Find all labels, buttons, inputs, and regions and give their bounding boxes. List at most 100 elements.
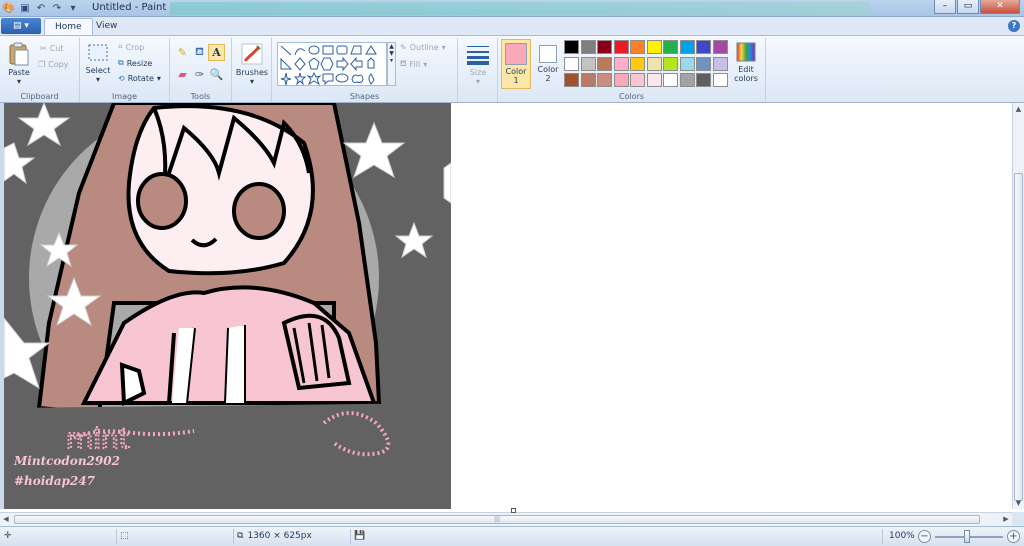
rotate-button[interactable]: ⟲ Rotate ▾ bbox=[118, 74, 161, 83]
color1-swatch bbox=[505, 43, 527, 65]
select-dropdown-icon[interactable]: ▾ bbox=[96, 75, 100, 84]
text-tool[interactable]: A bbox=[208, 44, 225, 61]
palette-swatch[interactable] bbox=[630, 40, 645, 54]
pencil-tool[interactable]: ✎ bbox=[174, 44, 191, 61]
scroll-left-icon[interactable]: ◀ bbox=[0, 513, 12, 526]
fill-dropdown-icon: ▾ bbox=[423, 59, 428, 69]
title-bar-background-tabs bbox=[170, 2, 870, 15]
selection-size: ⬚ bbox=[120, 531, 129, 541]
line-size-icon bbox=[467, 46, 489, 65]
blank-canvas-area[interactable] bbox=[451, 103, 1012, 509]
palette-swatch[interactable] bbox=[613, 40, 629, 54]
customize-toolbar-icon[interactable]: ▾ bbox=[66, 2, 80, 16]
palette-swatch[interactable] bbox=[630, 56, 645, 71]
tab-view[interactable]: View bbox=[86, 18, 127, 35]
artwork-canvas[interactable]: mint Mintcodon2902 #hoidap247 bbox=[4, 103, 451, 509]
canvas-resize-handle[interactable] bbox=[511, 508, 516, 513]
zoom-in-button[interactable]: + bbox=[1007, 530, 1020, 543]
palette-swatch[interactable] bbox=[646, 40, 662, 54]
palette-swatch[interactable] bbox=[696, 40, 711, 54]
vertical-scroll-thumb[interactable] bbox=[1014, 173, 1023, 501]
palette-swatch[interactable] bbox=[613, 73, 629, 87]
palette-swatch[interactable] bbox=[679, 56, 695, 71]
eraser-tool[interactable]: ▰ bbox=[174, 66, 191, 83]
palette-swatch[interactable] bbox=[646, 56, 662, 71]
palette-swatch[interactable] bbox=[663, 40, 678, 54]
zoom-slider-thumb[interactable] bbox=[964, 530, 970, 543]
zoom-out-button[interactable]: − bbox=[918, 530, 931, 543]
fill-icon: ⛾ bbox=[400, 59, 407, 68]
color-picker-tool[interactable]: ✑ bbox=[191, 66, 208, 83]
clipboard-group-label: Clipboard bbox=[20, 92, 59, 101]
palette-swatch[interactable] bbox=[597, 73, 612, 87]
scrollbar-corner bbox=[1012, 512, 1024, 526]
file-menu-button[interactable]: ▤ ▾ bbox=[1, 18, 41, 34]
window-controls: – ▭ ✕ bbox=[934, 0, 1020, 14]
palette-swatch[interactable] bbox=[712, 73, 728, 87]
status-bar: ✛ ⬚ ⧉ 1360 × 625px 💾 100% − + bbox=[0, 526, 1024, 546]
cut-button[interactable]: ✂ Cut bbox=[40, 44, 64, 53]
paint-app-icon[interactable]: 🎨 bbox=[2, 2, 16, 16]
palette-swatch[interactable] bbox=[564, 56, 579, 71]
zoom-level-value: 100% bbox=[889, 531, 915, 541]
palette-swatch[interactable] bbox=[613, 56, 629, 71]
palette-swatch[interactable] bbox=[663, 56, 678, 71]
select-button[interactable]: Select ▾ bbox=[84, 42, 112, 84]
window-title: Untitled - Paint bbox=[92, 2, 167, 13]
vertical-scrollbar[interactable]: ▲ ▼ bbox=[1012, 103, 1024, 509]
scroll-down-icon[interactable]: ▼ bbox=[1013, 497, 1024, 509]
scroll-up-icon[interactable]: ▲ bbox=[1013, 103, 1024, 115]
palette-swatch[interactable] bbox=[679, 73, 695, 87]
color1-button[interactable]: Color 1 bbox=[501, 39, 531, 89]
palette-swatch[interactable] bbox=[580, 73, 596, 87]
magnifier-tool[interactable]: 🔍 bbox=[208, 66, 225, 83]
outline-button[interactable]: ✎ Outline ▾ bbox=[400, 43, 446, 52]
palette-swatch[interactable] bbox=[712, 40, 728, 54]
shapes-gallery-scroll[interactable]: ▲ ▼ ▾ bbox=[387, 42, 396, 86]
help-icon[interactable]: ? bbox=[1008, 20, 1020, 32]
rotate-dropdown-icon[interactable]: ▾ bbox=[157, 74, 161, 83]
brushes-dropdown-icon[interactable]: ▾ bbox=[250, 77, 254, 86]
save-icon[interactable]: ▣ bbox=[18, 2, 32, 16]
resize-button[interactable]: ⧉ Resize bbox=[118, 58, 152, 68]
colors-group-label: Colors bbox=[618, 92, 645, 101]
horizontal-scrollbar[interactable]: ◀ ||| ▶ bbox=[0, 512, 1012, 526]
crop-button[interactable]: ⌗ Crop bbox=[118, 42, 144, 52]
color1-label: Color 1 bbox=[505, 67, 527, 85]
palette-swatch[interactable] bbox=[597, 56, 612, 71]
paste-dropdown-icon[interactable]: ▾ bbox=[17, 77, 21, 86]
redo-icon[interactable]: ↷ bbox=[50, 2, 64, 16]
close-button[interactable]: ✕ bbox=[980, 0, 1020, 14]
artwork-signature-2: #hoidap247 bbox=[14, 474, 96, 488]
palette-swatch[interactable] bbox=[646, 73, 662, 87]
palette-swatch[interactable] bbox=[580, 40, 596, 54]
file-size: 💾 bbox=[354, 531, 365, 541]
edit-colors-button[interactable]: Edit colors bbox=[731, 41, 761, 83]
palette-swatch[interactable] bbox=[696, 56, 711, 71]
color2-button[interactable]: Color 2 bbox=[534, 39, 562, 89]
brushes-button[interactable]: Brushes ▾ bbox=[235, 42, 269, 86]
scroll-right-icon[interactable]: ▶ bbox=[1000, 513, 1012, 526]
palette-swatch[interactable] bbox=[679, 40, 695, 54]
copy-button[interactable]: ❐ Copy bbox=[38, 60, 68, 69]
palette-swatch[interactable] bbox=[597, 40, 612, 54]
paste-button[interactable]: Paste ▾ bbox=[4, 42, 34, 86]
maximize-button[interactable]: ▭ bbox=[957, 0, 979, 14]
tools-group: ✎ ⛾ A ▰ ✑ 🔍 Tools bbox=[170, 38, 232, 102]
crop-icon: ⌗ bbox=[118, 42, 123, 51]
fill-button[interactable]: ⛾ Fill ▾ bbox=[400, 59, 427, 69]
palette-swatch[interactable] bbox=[663, 73, 678, 87]
size-button[interactable]: Size ▾ bbox=[462, 42, 494, 86]
minimize-button[interactable]: – bbox=[934, 0, 956, 14]
palette-swatch[interactable] bbox=[564, 73, 579, 87]
palette-swatch[interactable] bbox=[564, 40, 579, 54]
palette-swatch[interactable] bbox=[712, 56, 728, 71]
palette-swatch[interactable] bbox=[580, 56, 596, 71]
palette-swatch[interactable] bbox=[696, 73, 711, 87]
palette-swatch[interactable] bbox=[630, 73, 645, 87]
canvas-workspace: mint Mintcodon2902 #hoidap247 bbox=[0, 103, 1012, 509]
undo-icon[interactable]: ↶ bbox=[34, 2, 48, 16]
select-icon bbox=[88, 44, 108, 61]
fill-tool[interactable]: ⛾ bbox=[191, 44, 208, 61]
horizontal-scroll-thumb[interactable]: ||| bbox=[14, 515, 980, 524]
